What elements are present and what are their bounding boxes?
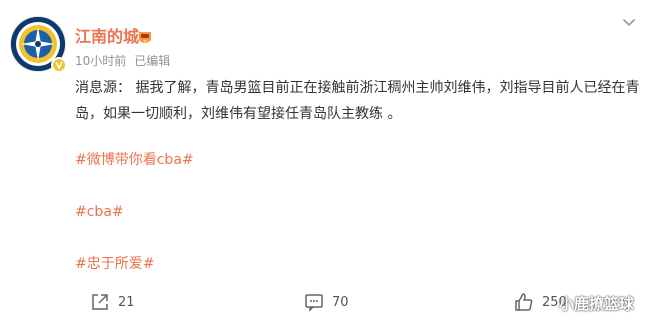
share-button[interactable]: 21 [90,288,135,316]
watermark: 小鹿撩篮球 [559,295,635,313]
post-body: 消息源： 据我了解，青岛男篮目前正在接触前浙江稠州主帅刘维伟，刘指导目前人已经在… [75,75,643,127]
verified-badge-icon [51,57,67,73]
post-text: 消息源： 据我了解，青岛男篮目前正在接触前浙江稠州主帅刘维伟，刘指导目前人已经在… [75,80,640,122]
post-time[interactable]: 10小时前 [75,54,126,68]
username-link[interactable]: 江南的城 [75,27,139,47]
fan-badge-icon[interactable] [137,30,153,45]
user-avatar[interactable] [11,17,67,73]
chevron-down-icon[interactable] [621,14,637,30]
thumbs-up-icon [515,293,533,311]
post-meta: 10小时前 已编辑 [75,53,170,69]
comment-count: 70 [332,294,349,310]
topic-link[interactable]: #忠于所爱# [75,253,154,275]
share-icon [92,294,108,310]
topic-link[interactable]: #微博带你看cba# [75,149,194,171]
comment-icon [305,294,323,312]
topic-link[interactable]: #cba# [75,201,124,223]
edited-label[interactable]: 已编辑 [134,54,170,68]
share-count: 21 [118,294,135,310]
weibo-post-card: 江南的城 10小时前 已编辑 消息源： 据我了解，青岛男篮目前正在接触前浙江稠州主… [0,0,657,331]
comment-button[interactable]: 70 [304,288,349,316]
